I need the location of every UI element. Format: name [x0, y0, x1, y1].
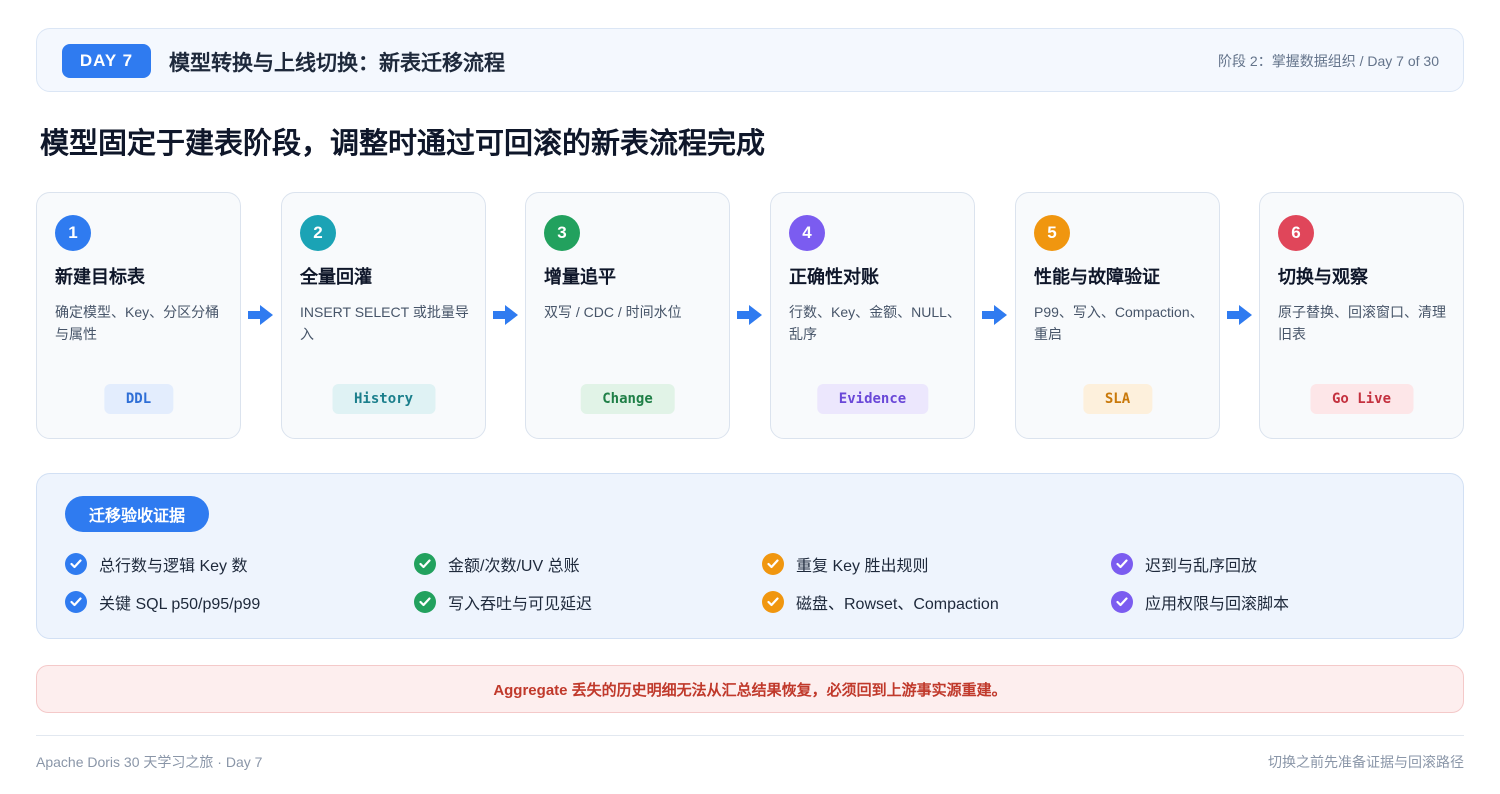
step-title: 性能与故障验证: [1034, 267, 1160, 287]
step-title: 正确性对账: [789, 267, 879, 287]
step-number: 2: [300, 215, 336, 251]
evidence-item-label: 金额/次数/UV 总账: [448, 558, 580, 575]
evidence-panel: 迁移验收证据 总行数与逻辑 Key 数 金额/次数/UV 总账 重复 Key 胜出规…: [36, 473, 1464, 639]
evidence-item-label: 关键 SQL p50/p95/p99: [99, 596, 261, 613]
step-number: 4: [789, 215, 825, 251]
step-card: 5 性能与故障验证 P99、写入、Compaction、重启 SLA: [1015, 192, 1220, 439]
evidence-item: 金额/次数/UV 总账: [414, 552, 580, 576]
evidence-item-label: 总行数与逻辑 Key 数: [99, 558, 248, 575]
arrow-right-icon: [737, 304, 763, 326]
evidence-item-label: 磁盘、Rowset、Compaction: [796, 596, 999, 613]
step-tag: DDL: [103, 384, 174, 414]
day-badge: DAY 7: [62, 44, 151, 78]
arrow-right-icon: [248, 304, 274, 326]
check-icon: [762, 591, 784, 613]
step-card: 3 增量追平双写 / CDC / 时间水位 Change: [525, 192, 730, 439]
evidence-item: 写入吞吐与可见延迟: [414, 590, 592, 614]
step-description: INSERT SELECT 或批量导入: [300, 304, 469, 342]
check-icon: [1111, 591, 1133, 613]
step-tag: Change: [580, 384, 675, 414]
step-tag: SLA: [1082, 384, 1153, 414]
step-number: 6: [1278, 215, 1314, 251]
step-title: 全量回灌: [300, 267, 372, 287]
header-title: 模型转换与上线切换：新表迁移流程: [169, 52, 505, 75]
step-tag: Evidence: [816, 384, 929, 414]
evidence-item: 重复 Key 胜出规则: [762, 552, 928, 576]
evidence-item: 迟到与乱序回放: [1111, 552, 1257, 576]
footer-right: 切换之前先准备证据与回滚路径: [1268, 754, 1464, 770]
header-bar: DAY 7 模型转换与上线切换：新表迁移流程 阶段 2：掌握数据组织 / Day…: [36, 28, 1464, 92]
step-description: 原子替换、回滚窗口、清理旧表: [1278, 304, 1446, 342]
evidence-item: 磁盘、Rowset、Compaction: [762, 590, 999, 614]
footer-divider: [36, 735, 1464, 736]
step-description: 确定模型、Key、分区分桶与属性: [55, 304, 220, 342]
step-card: 1 新建目标表确定模型、Key、分区分桶与属性 DDL: [36, 192, 241, 439]
evidence-item-label: 写入吞吐与可见延迟: [448, 596, 593, 613]
step-number: 3: [544, 215, 580, 251]
evidence-item-label: 重复 Key 胜出规则: [796, 558, 929, 575]
step-tag: History: [331, 384, 436, 414]
step-description: 行数、Key、金额、NULL、乱序: [789, 304, 961, 342]
check-icon: [414, 553, 436, 575]
step-title: 新建目标表: [55, 267, 145, 287]
check-icon: [414, 591, 436, 613]
progress-meta: 阶段 2：掌握数据组织 / Day 7 of 30: [1218, 53, 1439, 69]
check-icon: [65, 553, 87, 575]
step-description: 双写 / CDC / 时间水位: [544, 304, 682, 320]
check-icon: [65, 591, 87, 613]
warning-banner: Aggregate 丢失的历史明细无法从汇总结果恢复，必须回到上游事实源重建。: [36, 665, 1464, 713]
step-card: 2 全量回灌 INSERT SELECT 或批量导入 History: [281, 192, 486, 439]
evidence-item: 关键 SQL p50/p95/p99: [65, 590, 260, 614]
evidence-item: 总行数与逻辑 Key 数: [65, 552, 247, 576]
arrow-right-icon: [1227, 304, 1253, 326]
evidence-item-label: 迟到与乱序回放: [1145, 558, 1258, 575]
footer-left: Apache Doris 30 天学习之旅 · Day 7: [36, 754, 263, 770]
step-title: 切换与观察: [1278, 267, 1368, 287]
check-icon: [762, 553, 784, 575]
step-description: P99、写入、Compaction、重启: [1034, 304, 1204, 342]
arrow-right-icon: [493, 304, 519, 326]
arrow-right-icon: [982, 304, 1008, 326]
evidence-item: 应用权限与回滚脚本: [1111, 590, 1289, 614]
step-number: 1: [55, 215, 91, 251]
step-card: 4 正确性对账行数、Key、金额、NULL、乱序 Evidence: [770, 192, 975, 439]
evidence-title: 迁移验收证据: [65, 496, 210, 532]
evidence-item-label: 应用权限与回滚脚本: [1145, 596, 1290, 613]
step-number: 5: [1034, 215, 1070, 251]
step-tag: Go Live: [1309, 384, 1414, 414]
check-icon: [1111, 553, 1133, 575]
step-card: 6 切换与观察原子替换、回滚窗口、清理旧表 Go Live: [1259, 192, 1464, 439]
step-title: 增量追平: [544, 267, 616, 287]
page-headline: 模型固定于建表阶段，调整时通过可回滚的新表流程完成: [40, 128, 766, 160]
